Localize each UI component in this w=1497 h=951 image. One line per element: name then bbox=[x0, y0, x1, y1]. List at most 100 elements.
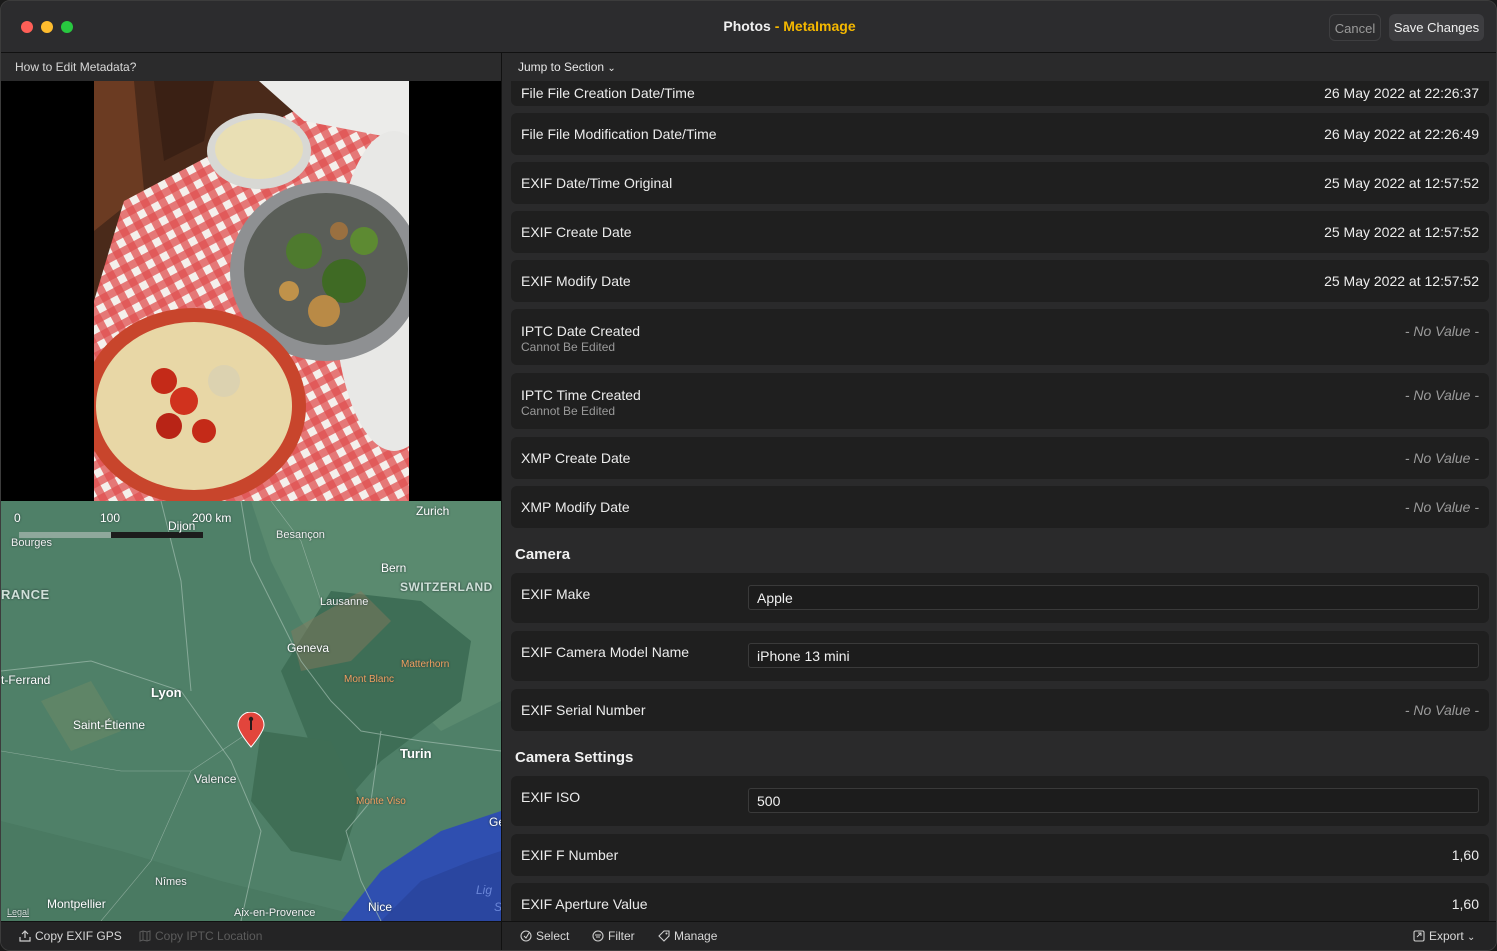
filter-label: Filter bbox=[608, 929, 635, 943]
row-label: EXIF Date/Time Original bbox=[521, 175, 673, 191]
map-legal-link[interactable]: Legal bbox=[7, 907, 29, 917]
row-no-value[interactable]: - No Value - bbox=[1405, 450, 1479, 466]
select-label: Select bbox=[536, 929, 570, 943]
copy-iptc-location-button[interactable]: Copy IPTC Location bbox=[139, 929, 262, 943]
map-label-dijon: Dijon bbox=[168, 519, 196, 533]
map-label-besancon: Besançon bbox=[276, 529, 325, 541]
title-separator: - bbox=[770, 18, 784, 34]
select-button[interactable]: Select bbox=[520, 929, 569, 943]
map-label-nice: Nice bbox=[368, 900, 393, 914]
export-icon bbox=[1413, 930, 1425, 942]
row-label: File File Creation Date/Time bbox=[521, 85, 695, 101]
map-label-monte-viso: Monte Viso bbox=[356, 796, 406, 807]
row-label: IPTC Time Created bbox=[521, 387, 641, 403]
metadata-row: EXIF Create Date 25 May 2022 at 12:57:52 bbox=[511, 211, 1489, 253]
copy-exif-gps-button[interactable]: Copy EXIF GPS bbox=[19, 929, 122, 943]
left-footer: Copy EXIF GPS Copy IPTC Location bbox=[1, 921, 501, 950]
metadata-row: IPTC Time Created Cannot Be Edited - No … bbox=[511, 373, 1489, 429]
row-label: EXIF Make bbox=[521, 586, 591, 602]
row-label: EXIF Serial Number bbox=[521, 702, 646, 718]
map-label-nimes: Nîmes bbox=[155, 876, 187, 888]
map-pin-icon[interactable] bbox=[237, 712, 265, 748]
row-value[interactable]: 1,60 bbox=[1452, 847, 1479, 863]
exif-iso-field[interactable]: 500 bbox=[748, 788, 1479, 813]
row-value[interactable]: 26 May 2022 at 22:26:37 bbox=[1324, 85, 1479, 101]
section-header-camera: Camera bbox=[515, 546, 571, 563]
metadata-row: EXIF Date/Time Original 25 May 2022 at 1… bbox=[511, 162, 1489, 204]
row-label: EXIF Aperture Value bbox=[521, 896, 648, 912]
metadata-row: IPTC Date Created Cannot Be Edited - No … bbox=[511, 309, 1489, 365]
row-value[interactable]: 1,60 bbox=[1452, 896, 1479, 912]
row-sublabel: Cannot Be Edited bbox=[521, 404, 616, 418]
metadata-row: EXIF Aperture Value 1,60 bbox=[511, 883, 1489, 921]
row-value[interactable]: 25 May 2022 at 12:57:52 bbox=[1324, 273, 1479, 289]
app-window: Photos - MetaImage Cancel Save Changes H… bbox=[0, 0, 1497, 951]
row-value[interactable]: 25 May 2022 at 12:57:52 bbox=[1324, 224, 1479, 240]
row-no-value[interactable]: - No Value - bbox=[1405, 702, 1479, 718]
map-label-zurich: Zurich bbox=[416, 504, 450, 518]
export-button[interactable]: Export ⌄ bbox=[1413, 929, 1475, 943]
jump-to-section-label: Jump to Section bbox=[518, 60, 605, 74]
metadata-row: EXIF Camera Model Name iPhone 13 mini bbox=[511, 631, 1489, 681]
title-bar: Photos - MetaImage Cancel Save Changes bbox=[1, 1, 1496, 53]
map-label-turin: Turin bbox=[400, 746, 432, 761]
map-label-genoa: Ge bbox=[489, 815, 501, 829]
metadata-row: EXIF Make Apple bbox=[511, 573, 1489, 623]
metadata-row: EXIF Modify Date 25 May 2022 at 12:57:52 bbox=[511, 260, 1489, 302]
save-changes-button[interactable]: Save Changes bbox=[1389, 14, 1484, 41]
photo-image bbox=[94, 81, 409, 501]
map-label-montpellier: Montpellier bbox=[47, 897, 106, 911]
photo-preview bbox=[1, 81, 501, 501]
map-scale-0: 0 bbox=[14, 511, 21, 525]
map-label-clermont-ferrand: t-Ferrand bbox=[1, 673, 51, 687]
metadata-list[interactable]: File File Creation Date/Time 26 May 2022… bbox=[502, 81, 1496, 921]
row-label: EXIF ISO bbox=[521, 789, 581, 805]
metadata-row: File File Modification Date/Time 26 May … bbox=[511, 113, 1489, 155]
row-label: XMP Modify Date bbox=[521, 499, 630, 515]
share-icon bbox=[19, 930, 31, 942]
window-title: Photos - MetaImage bbox=[1, 18, 1496, 34]
manage-label: Manage bbox=[674, 929, 718, 943]
tag-icon bbox=[658, 930, 670, 942]
map-label-ligurian-sea: Lig bbox=[476, 883, 493, 897]
map-label-lausanne: Lausanne bbox=[320, 596, 369, 608]
row-label: XMP Create Date bbox=[521, 450, 631, 466]
map-label-bourges: Bourges bbox=[11, 537, 52, 549]
exif-camera-model-field[interactable]: iPhone 13 mini bbox=[748, 643, 1479, 668]
filter-icon bbox=[592, 930, 604, 942]
map-scale-100: 100 bbox=[100, 511, 121, 525]
map-label-sea-fragment: S bbox=[494, 900, 501, 914]
map-label-valence: Valence bbox=[194, 772, 237, 786]
row-value[interactable]: 25 May 2022 at 12:57:52 bbox=[1324, 175, 1479, 191]
select-icon bbox=[520, 930, 532, 942]
section-header-camera-settings: Camera Settings bbox=[515, 749, 634, 766]
left-pane: How to Edit Metadata? 0 100 200 km Zuric… bbox=[1, 53, 502, 950]
map-scale-200: 200 km bbox=[192, 511, 232, 525]
row-no-value[interactable]: - No Value - bbox=[1405, 499, 1479, 515]
row-label: File File Modification Date/Time bbox=[521, 126, 717, 142]
map-label-mont-blanc: Mont Blanc bbox=[344, 674, 395, 685]
location-map[interactable]: 0 100 200 km Zurich Dijon Besançon Bourg… bbox=[1, 501, 501, 921]
metadata-row: XMP Modify Date - No Value - bbox=[511, 486, 1489, 528]
jump-to-section-menu[interactable]: Jump to Section ⌄ bbox=[518, 60, 616, 74]
row-label: EXIF F Number bbox=[521, 847, 619, 863]
chevron-down-icon: ⌄ bbox=[1467, 932, 1476, 943]
help-link[interactable]: How to Edit Metadata? bbox=[1, 53, 501, 81]
row-no-value: - No Value - bbox=[1404, 323, 1479, 339]
right-footer: Select Filter Manage Export ⌄ bbox=[502, 921, 1496, 950]
chevron-down-icon: ⌄ bbox=[607, 63, 616, 74]
row-value[interactable]: 26 May 2022 at 22:26:49 bbox=[1324, 126, 1479, 142]
manage-button[interactable]: Manage bbox=[658, 929, 717, 943]
metadata-row: File File Creation Date/Time 26 May 2022… bbox=[511, 81, 1489, 106]
cancel-button[interactable]: Cancel bbox=[1329, 14, 1381, 41]
row-label: IPTC Date Created bbox=[521, 323, 641, 339]
copy-iptc-location-label: Copy IPTC Location bbox=[155, 929, 263, 943]
title-document-name: MetaImage bbox=[783, 18, 856, 34]
right-pane: Jump to Section ⌄ File File Creation Dat… bbox=[502, 53, 1496, 950]
exif-make-field[interactable]: Apple bbox=[748, 585, 1479, 610]
map-label-matterhorn: Matterhorn bbox=[401, 659, 450, 670]
copy-exif-gps-label: Copy EXIF GPS bbox=[35, 929, 122, 943]
row-no-value: - No Value - bbox=[1404, 387, 1479, 403]
filter-button[interactable]: Filter bbox=[592, 929, 635, 943]
metadata-row: EXIF F Number 1,60 bbox=[511, 834, 1489, 876]
